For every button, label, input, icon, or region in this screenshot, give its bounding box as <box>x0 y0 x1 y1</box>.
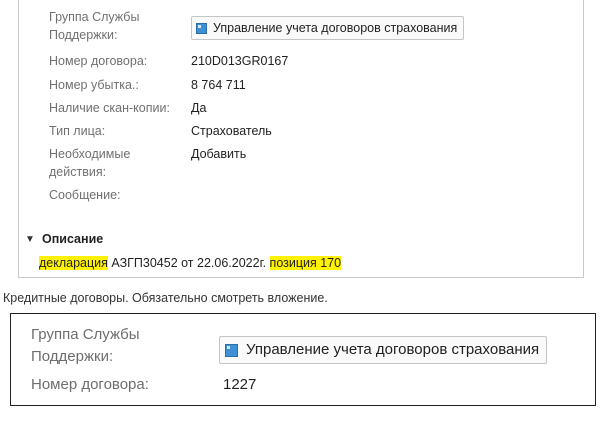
note-text: Кредитные договоры. Обязательно смотреть… <box>3 291 328 305</box>
description-title: Описание <box>42 232 104 246</box>
field-label: Тип лица: <box>49 124 106 138</box>
field-label: Сообщение: <box>49 188 121 202</box>
claim-number-value: 8 764 711 <box>191 78 246 92</box>
contract-number-value: 1227 <box>223 376 257 393</box>
field-label: Номер договора: <box>49 54 148 68</box>
support-group-tag[interactable]: Управление учета договоров страхования <box>191 16 465 40</box>
field-label: Номер договора: <box>31 376 149 393</box>
description-plain: АЗГП30452 от 22.06.2022г. <box>107 256 270 270</box>
field-label: Группа Службы Поддержки: <box>49 10 140 42</box>
ticket-icon <box>225 343 238 357</box>
description-text: декларация АЗГП30452 от 22.06.2022г. поз… <box>39 254 342 272</box>
field-label: Наличие скан-копии: <box>49 101 170 115</box>
description-section-toggle[interactable]: ▼ Описание <box>25 232 103 246</box>
field-label: Группа Службы Поддержки: <box>31 326 140 365</box>
field-label: Номер убытка.: <box>49 78 139 92</box>
field-label: Необходимые действия: <box>49 147 131 179</box>
scan-copy-value: Да <box>191 101 207 115</box>
ticket-icon <box>196 22 207 34</box>
description-highlight: позиция 170 <box>269 256 342 270</box>
support-group-value: Управление учета договоров страхования <box>246 341 540 358</box>
required-actions-value: Добавить <box>191 147 247 161</box>
person-type-value: Страхователь <box>191 124 272 138</box>
ticket-details-panel-zoomed: Группа Службы Поддержки: Управление учет… <box>10 313 596 406</box>
support-group-value: Управление учета договоров страхования <box>213 21 458 35</box>
description-highlight: декларация <box>39 256 108 270</box>
support-group-tag[interactable]: Управление учета договоров страхования <box>219 336 548 364</box>
contract-number-value: 210D013GR0167 <box>191 54 289 68</box>
chevron-down-icon: ▼ <box>25 233 35 245</box>
ticket-details-panel: Группа Службы Поддержки: Управление учет… <box>18 0 584 278</box>
